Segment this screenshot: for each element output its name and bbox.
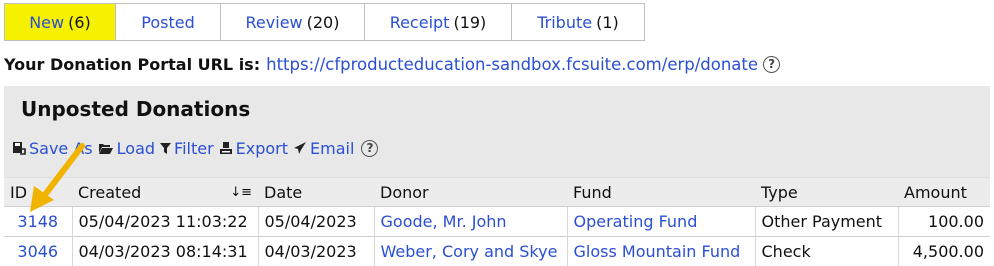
tab-review[interactable]: Review (20) xyxy=(221,3,365,41)
tab-label: Review xyxy=(246,13,303,32)
export-button[interactable]: Export xyxy=(219,139,288,158)
column-header-type[interactable]: Type xyxy=(755,178,898,207)
tab-receipt[interactable]: Receipt (19) xyxy=(365,3,512,41)
help-icon[interactable]: ? xyxy=(361,140,378,157)
fund-text: Gloss Mountain Fund xyxy=(574,242,741,261)
send-icon xyxy=(293,141,307,155)
donor-link[interactable]: Weber, Cory and Skye xyxy=(374,237,567,266)
type-cell: Other Payment xyxy=(755,207,898,237)
tab-label: Tribute xyxy=(537,13,592,32)
panel-title: Unposted Donations xyxy=(21,97,250,121)
save-as-label: Save As xyxy=(29,139,93,158)
filter-button[interactable]: Filter xyxy=(160,139,214,158)
donation-id-link[interactable]: 3148 xyxy=(4,207,72,237)
date-cell: 04/03/2023 xyxy=(258,237,374,266)
fund-text: Operating Fund xyxy=(574,212,698,231)
save-as-button[interactable]: Save As xyxy=(12,139,93,158)
filter-label: Filter xyxy=(174,139,214,158)
table-row: 3046 04/03/2023 08:14:31 04/03/2023 Webe… xyxy=(4,237,990,266)
save-icon xyxy=(12,141,26,155)
email-button[interactable]: Email xyxy=(293,139,354,158)
filter-icon xyxy=(160,141,171,155)
tab-count: (19) xyxy=(453,13,486,32)
column-header-label: Created xyxy=(78,183,141,202)
amount-cell: 100.00 xyxy=(898,207,990,237)
fund-link[interactable]: Operating Fund xyxy=(567,207,755,237)
created-cell: 04/03/2023 08:14:31 xyxy=(72,237,258,266)
donations-table: ID Created ↓≡ Date Donor Fund Type Amoun… xyxy=(4,177,990,266)
donor-text: Goode, Mr. John xyxy=(381,212,507,231)
email-label: Email xyxy=(310,139,354,158)
column-header-amount[interactable]: Amount xyxy=(898,178,990,207)
tab-label: New xyxy=(29,13,64,32)
fund-link[interactable]: Gloss Mountain Fund xyxy=(567,237,755,266)
table-row: 3148 05/04/2023 11:03:22 05/04/2023 Good… xyxy=(4,207,990,237)
donor-link[interactable]: Goode, Mr. John xyxy=(374,207,567,237)
tab-tribute[interactable]: Tribute (1) xyxy=(512,3,645,41)
help-icon[interactable]: ? xyxy=(763,56,780,73)
portal-url-line: Your Donation Portal URL is: https://cfp… xyxy=(4,53,780,75)
toolbar: Save As Load Filter Export Email ? xyxy=(12,137,378,159)
portal-url-label: Your Donation Portal URL is: xyxy=(4,55,260,74)
tab-bar: New (6) Posted Review (20) Receipt (19) … xyxy=(4,3,645,41)
tab-posted[interactable]: Posted xyxy=(116,3,221,41)
sort-descending-icon: ↓≡ xyxy=(230,185,252,200)
export-icon xyxy=(219,141,233,155)
tab-count: (6) xyxy=(68,13,91,32)
column-header-date[interactable]: Date xyxy=(258,178,374,207)
portal-url-link[interactable]: https://cfproducteducation-sandbox.fcsui… xyxy=(266,55,758,74)
amount-cell: 4,500.00 xyxy=(898,237,990,266)
tab-new[interactable]: New (6) xyxy=(4,3,116,41)
tab-count: (20) xyxy=(307,13,340,32)
folder-open-icon xyxy=(98,141,114,155)
tab-label: Receipt xyxy=(390,13,450,32)
id-text: 3046 xyxy=(17,242,58,261)
load-label: Load xyxy=(117,139,155,158)
created-cell: 05/04/2023 11:03:22 xyxy=(72,207,258,237)
type-cell: Check xyxy=(755,237,898,266)
column-header-created[interactable]: Created ↓≡ xyxy=(72,178,258,207)
load-button[interactable]: Load xyxy=(98,139,155,158)
column-header-fund[interactable]: Fund xyxy=(567,178,755,207)
date-cell: 05/04/2023 xyxy=(258,207,374,237)
id-text: 3148 xyxy=(17,212,58,231)
tab-count: (1) xyxy=(596,13,619,32)
column-header-donor[interactable]: Donor xyxy=(374,178,567,207)
tab-label: Posted xyxy=(141,13,194,32)
donation-id-link[interactable]: 3046 xyxy=(4,237,72,266)
donor-text: Weber, Cory and Skye xyxy=(381,242,558,261)
column-header-id[interactable]: ID xyxy=(4,178,72,207)
table-header-row: ID Created ↓≡ Date Donor Fund Type Amoun… xyxy=(4,178,990,207)
export-label: Export xyxy=(236,139,288,158)
